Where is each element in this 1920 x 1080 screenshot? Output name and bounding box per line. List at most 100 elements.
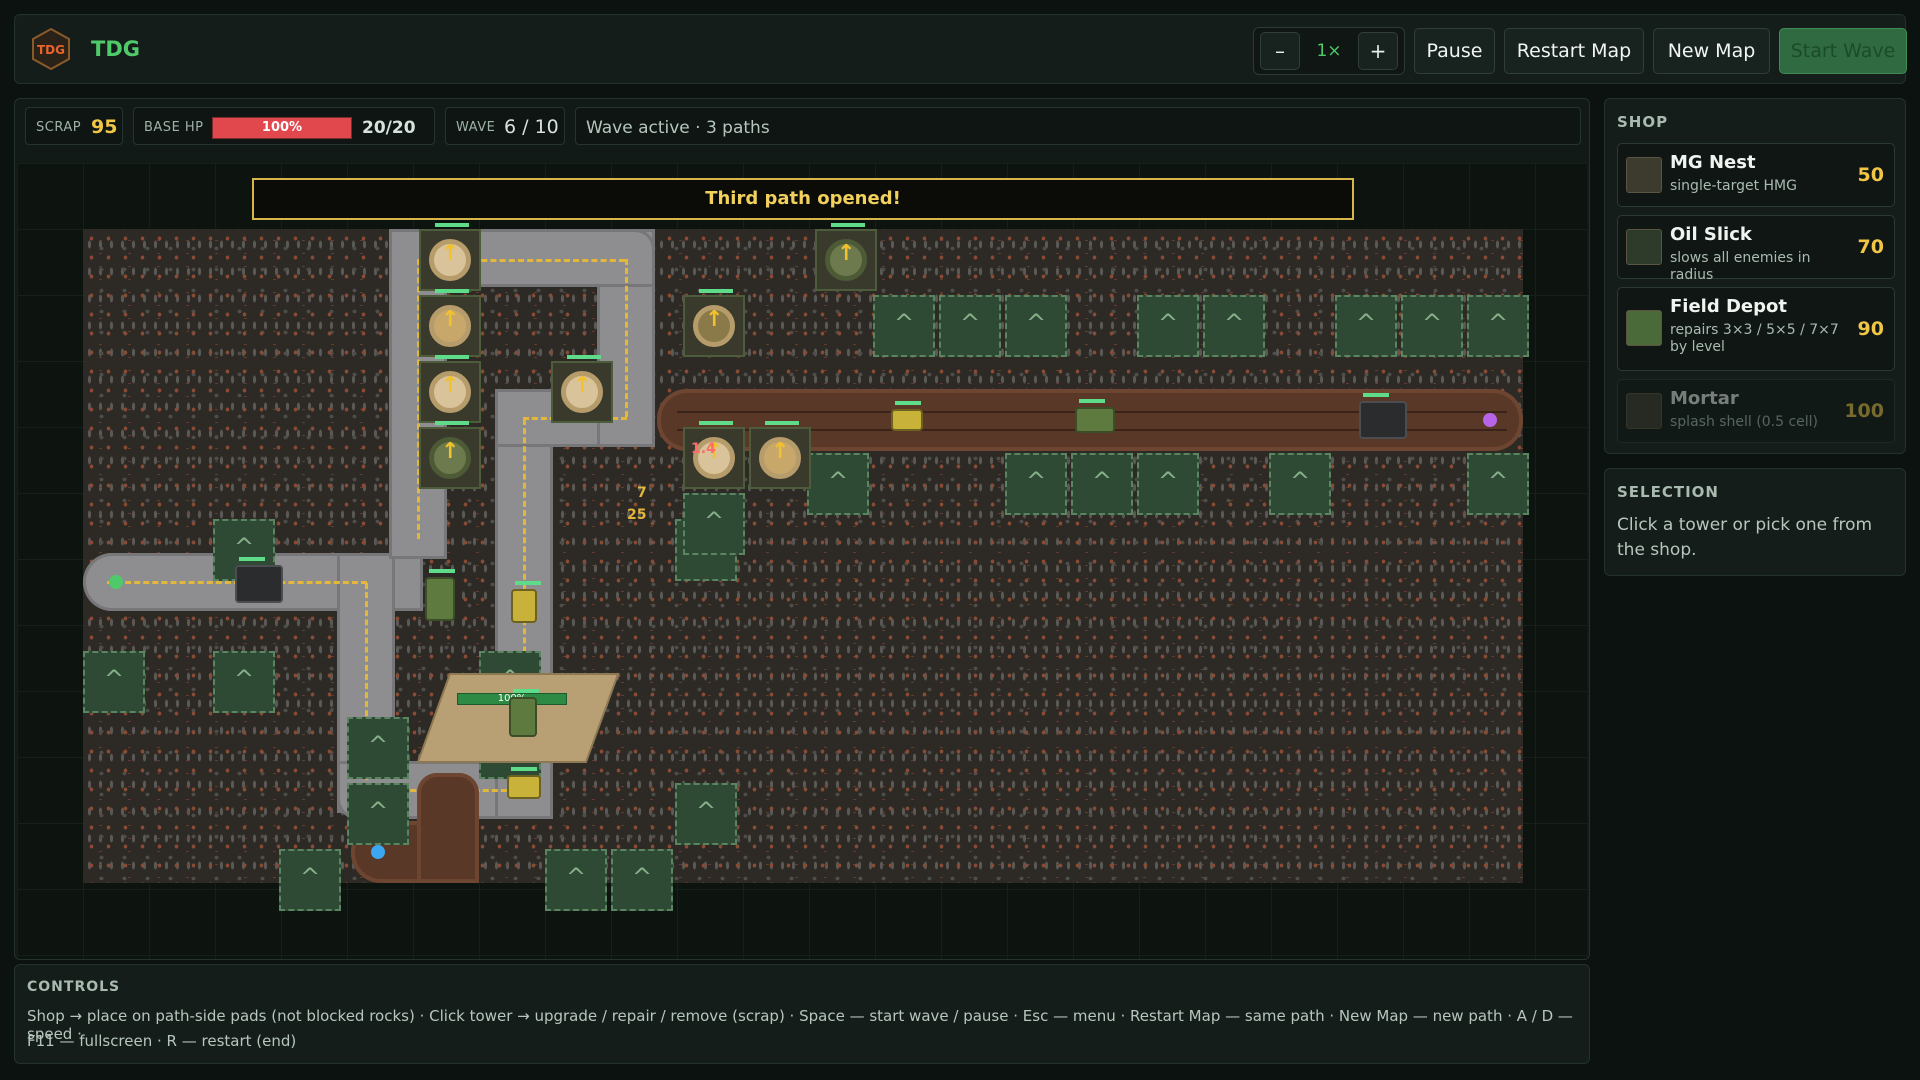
build-pad[interactable] [683,493,745,555]
build-pad[interactable] [1005,453,1067,515]
start-wave-button[interactable]: Start Wave [1779,28,1907,74]
enemy-hp-bar [429,569,455,573]
restart-map-button[interactable]: Restart Map [1504,28,1644,74]
build-pad[interactable] [1401,295,1463,357]
enemy-hp-bar [1079,399,1105,403]
build-pad[interactable] [1137,453,1199,515]
build-pad[interactable] [279,849,341,911]
shop-item-name: MG Nest [1670,152,1756,173]
top-bar: TDG TDG – 1× + Pause Restart Map New Map… [14,14,1907,84]
shop-item-mortar[interactable]: Mortar splash shell (0.5 cell) 100 [1617,379,1895,443]
spawn-point-green [109,575,123,589]
app-title: TDG [91,37,140,61]
build-pad[interactable] [939,295,1001,357]
base-hp-label: BASE HP [144,120,204,135]
upgrade-arrow-icon: ↑ [441,439,460,464]
enemy-jeep [507,767,541,799]
spawn-point-blue [371,845,385,859]
base-hp-bar: 100% [212,117,352,139]
build-pad[interactable] [1269,453,1331,515]
build-pad[interactable] [611,849,673,911]
tower-hp-bar [567,355,601,359]
tower-hp-bar [435,289,469,293]
mg-nest-icon [1626,157,1662,193]
build-pad[interactable] [1467,453,1529,515]
enemy-hp-bar [239,557,265,561]
upgrade-arrow-icon: ↑ [441,373,460,398]
game-panel: SCRAP 95 BASE HP 100% 20/20 WAVE 6 / 10 … [14,98,1590,960]
enemy-hp-bar [515,581,541,585]
tower-hp-bar [699,421,733,425]
dirt-path [417,773,479,883]
tower-hp-bar [435,421,469,425]
build-pad[interactable] [347,717,409,779]
shop-item-desc: single-target HMG [1670,178,1797,194]
enemy-truck [425,569,455,621]
mg-nest-tower[interactable]: ↑ [749,421,811,489]
shop-item-name: Oil Slick [1670,224,1752,245]
enemy-hp-bar [895,401,921,405]
scrap-stat: SCRAP 95 [25,107,123,145]
build-pad[interactable] [1335,295,1397,357]
build-pad[interactable] [873,295,935,357]
oil-slick-tower[interactable]: ↑ [419,421,481,489]
tower-hp-bar [435,355,469,359]
upgrade-arrow-icon: ↑ [837,241,856,266]
shop-item-cost: 100 [1844,400,1884,422]
mg-nest-tower[interactable]: ↑ [551,355,613,423]
build-pad[interactable] [1467,295,1529,357]
shop-item-name: Mortar [1670,388,1739,409]
enemy-hp-bar [1363,393,1389,397]
field-depot-tower[interactable]: ↑ [683,289,745,357]
status-bar: Wave active · 3 paths [575,107,1581,145]
wave-stat: WAVE 6 / 10 [445,107,565,145]
build-pad[interactable] [347,783,409,845]
mg-nest-tower[interactable]: ↑ [419,289,481,357]
scrap-label: SCRAP [36,120,82,135]
enemy-hp-bar [511,767,537,771]
speed-increase-button[interactable]: + [1358,32,1398,70]
speed-value: 1× [1316,41,1342,61]
shop-item-field-depot[interactable]: Field Depot repairs 3×3 / 5×5 / 7×7 by l… [1617,287,1895,371]
tower-hp-bar [435,223,469,227]
tower-hp-bar [765,421,799,425]
build-pad[interactable] [545,849,607,911]
oil-slick-tower[interactable]: ↑ [815,223,877,291]
event-banner: Third path opened! [252,178,1354,220]
game-field[interactable]: ↑ ↑ ↑ ↑ ↑ ↑ ↑ ↑ ↑ 100% 1.4 7 25 [17,163,1587,959]
enemy-tank [235,557,283,603]
build-pad[interactable] [1071,453,1133,515]
svg-text:TDG: TDG [37,43,65,57]
enemy-truck [509,689,539,737]
damage-number: 25 [627,507,647,523]
base-hp-stat: BASE HP 100% 20/20 [133,107,435,145]
tdg-logo-icon: TDG [32,27,70,71]
speed-decrease-button[interactable]: – [1260,32,1300,70]
build-pad[interactable] [83,651,145,713]
mg-nest-tower[interactable]: ↑ [683,421,745,489]
build-pad[interactable] [675,783,737,845]
pause-button[interactable]: Pause [1414,28,1495,74]
upgrade-arrow-icon: ↑ [573,373,592,398]
shop-item-oil-slick[interactable]: Oil Slick slows all enemies in radius 70 [1617,215,1895,283]
damage-popup: 1.4 [691,441,716,457]
field-depot-icon [1626,310,1662,346]
build-pad[interactable] [807,453,869,515]
mortar-icon [1626,393,1662,429]
new-map-button[interactable]: New Map [1653,28,1770,74]
build-pad[interactable] [213,651,275,713]
wave-value: 6 / 10 [504,116,559,138]
mg-nest-tower[interactable]: ↑ [419,355,481,423]
wave-label: WAVE [456,120,496,135]
selection-title: SELECTION [1617,483,1719,501]
build-pad[interactable] [1005,295,1067,357]
build-pad[interactable] [1137,295,1199,357]
shop-item-mg-nest[interactable]: MG Nest single-target HMG 50 [1617,143,1895,207]
build-pad[interactable] [1203,295,1265,357]
enemy-tank [1359,393,1407,439]
shop-item-cost: 90 [1857,318,1884,340]
base-hp-value: 20/20 [362,118,416,138]
enemy-jeep [891,401,923,431]
mg-nest-tower[interactable]: ↑ [419,223,481,291]
upgrade-arrow-icon: ↑ [441,241,460,266]
